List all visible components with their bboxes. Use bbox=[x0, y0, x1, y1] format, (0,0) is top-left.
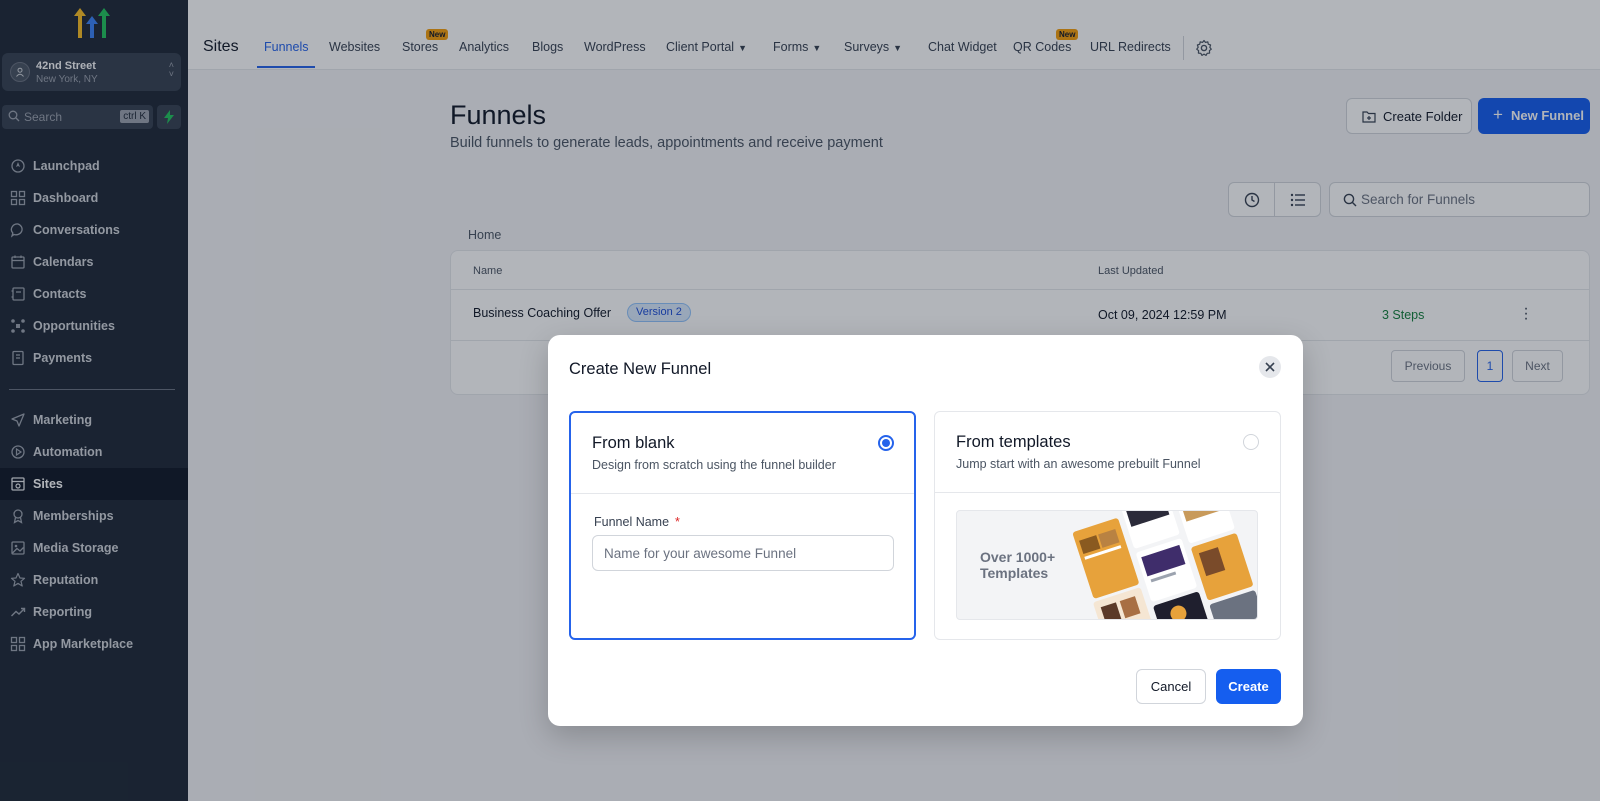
close-icon bbox=[1265, 362, 1275, 372]
funnel-name-input[interactable] bbox=[592, 535, 894, 571]
option-description: Jump start with an awesome prebuilt Funn… bbox=[956, 457, 1201, 471]
templates-preview-image[interactable]: Over 1000+ Templates bbox=[956, 510, 1258, 620]
templates-preview-text: Over 1000+ Templates bbox=[980, 549, 1056, 581]
modal-title: Create New Funnel bbox=[569, 360, 712, 378]
create-button[interactable]: Create bbox=[1216, 669, 1281, 704]
radio-from-templates[interactable] bbox=[1243, 434, 1259, 450]
option-from-templates[interactable]: From templates Jump start with an awesom… bbox=[934, 411, 1281, 640]
cancel-button[interactable]: Cancel bbox=[1136, 669, 1206, 704]
option-title: From blank bbox=[592, 434, 675, 452]
option-divider bbox=[571, 493, 914, 494]
option-description: Design from scratch using the funnel bui… bbox=[592, 458, 836, 472]
funnel-name-label: Funnel Name * bbox=[594, 515, 680, 529]
radio-from-blank[interactable] bbox=[878, 435, 894, 451]
create-funnel-modal: Create New Funnel From blank Design from… bbox=[548, 335, 1303, 726]
required-marker: * bbox=[675, 515, 680, 529]
close-button[interactable] bbox=[1259, 356, 1281, 378]
option-from-blank[interactable]: From blank Design from scratch using the… bbox=[569, 411, 916, 640]
templates-collage-icon bbox=[1072, 511, 1257, 619]
option-divider bbox=[935, 492, 1280, 493]
option-title: From templates bbox=[956, 433, 1071, 451]
